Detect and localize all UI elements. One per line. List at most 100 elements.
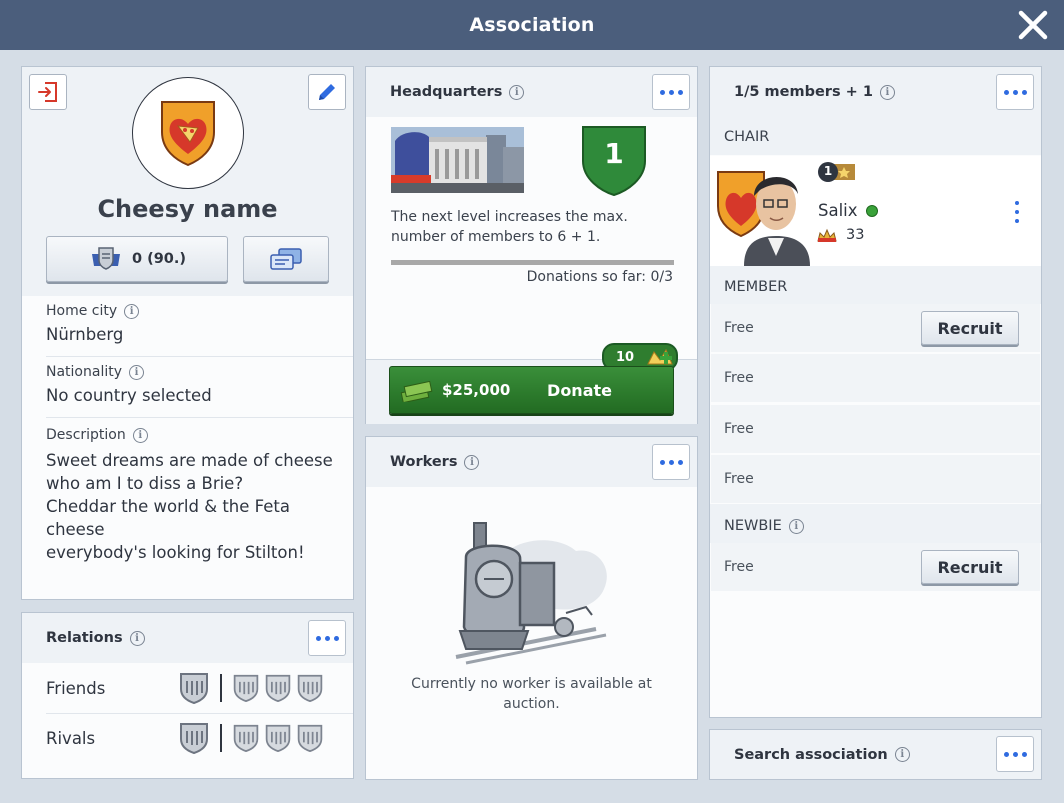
nationality-value: No country selected [46, 386, 212, 405]
slot-label: Free [724, 370, 754, 386]
members-title: 1/5 members + 1 [734, 84, 873, 100]
headquarters-header: Headquarters i [366, 67, 697, 117]
chair-section-label: CHAIR [724, 129, 770, 145]
donate-button[interactable]: $25,000 Donate [389, 366, 674, 414]
description-line: who am I to diss a Brie? [46, 474, 244, 493]
donate-price: $25,000 [442, 381, 511, 399]
divider [46, 417, 353, 418]
slot-label: Free [724, 320, 754, 336]
shield-icon [297, 674, 323, 703]
title-bar: Association [0, 0, 1064, 50]
home-city-value: Nürnberg [46, 325, 124, 344]
slot-label: Free [724, 471, 754, 487]
close-icon [1018, 10, 1048, 40]
recruit-label: Recruit [937, 318, 1003, 338]
member-slot: Free [711, 405, 1040, 453]
chair-member-card[interactable]: 1 Salix 33 [710, 156, 1041, 266]
shield-icon [180, 673, 208, 705]
nationality-label: Nationality [46, 364, 123, 380]
nationality-field: Nationality i No country selected [46, 364, 343, 405]
donate-label: Donate [547, 380, 612, 400]
search-more-button[interactable] [996, 736, 1034, 772]
relation-divider [220, 724, 222, 752]
headquarters-level-badge: 1 [581, 123, 647, 197]
relation-shields [178, 671, 324, 705]
relations-header: Relations i [22, 613, 353, 663]
leave-association-button[interactable] [29, 74, 67, 110]
bonus-amount: 10 [616, 349, 635, 365]
recruit-button[interactable]: Recruit [921, 311, 1019, 345]
relation-divider [220, 674, 222, 702]
relation-label: Friends [46, 679, 106, 698]
headquarters-panel: Headquarters i 1 The next level increases… [365, 66, 698, 424]
member-slot: Free [711, 455, 1040, 503]
info-icon[interactable]: i [464, 454, 480, 470]
empty-line: Currently no worker is available at [411, 676, 652, 692]
info-icon[interactable]: i [509, 84, 525, 100]
shield-icon [233, 674, 259, 703]
description-line: everybody's looking for Stilton! [46, 543, 305, 562]
description-field: Description i Sweet dreams are made of ch… [46, 427, 349, 564]
close-button[interactable] [1016, 8, 1050, 42]
messages-icon [270, 248, 302, 270]
more-dots-icon [1003, 89, 1009, 95]
info-icon[interactable]: i [132, 427, 148, 443]
donation-progress-bar [391, 260, 674, 265]
info-icon[interactable]: i [879, 84, 895, 100]
chair-options-button[interactable] [1011, 201, 1023, 223]
info-icon[interactable]: i [129, 364, 145, 380]
relation-row-rivals[interactable]: Rivals [22, 714, 353, 763]
info-icon[interactable]: i [788, 518, 804, 534]
messages-button[interactable] [243, 236, 329, 282]
more-dots-icon [1003, 751, 1009, 757]
headquarters-info: The next level increases the max. number… [391, 207, 681, 247]
more-dots-icon [659, 459, 665, 465]
newbie-section-label: NEWBIE i [724, 518, 804, 534]
info-icon[interactable]: i [124, 303, 140, 319]
relation-row-friends[interactable]: Friends [22, 664, 353, 713]
crest-score-icon [91, 247, 120, 270]
shield-icon [265, 724, 291, 753]
edit-profile-button[interactable] [308, 74, 346, 110]
workers-more-button[interactable] [652, 444, 690, 480]
relation-label: Rivals [46, 729, 96, 748]
online-status-dot [865, 204, 878, 217]
headquarters-more-button[interactable] [652, 74, 690, 110]
relations-title: Relations [46, 630, 123, 646]
info-icon[interactable]: i [894, 747, 910, 762]
association-name: Cheesy name [97, 195, 278, 223]
bonus-icon [647, 348, 673, 365]
score-button[interactable]: 0 (90.) [46, 236, 228, 282]
workers-panel: Workers i Currently no worker is availabl… [365, 436, 698, 780]
kebab-menu-icon [1015, 201, 1019, 205]
association-crest [132, 77, 244, 189]
chair-name-row: Salix [818, 201, 878, 220]
locomotive-icon [455, 522, 607, 665]
shield-icon [180, 723, 208, 755]
recruit-button[interactable]: Recruit [921, 550, 1019, 584]
chair-stat-row: 33 [816, 227, 864, 243]
profile-panel: Cheesy name 0 (90.) Home city i Nürnberg … [21, 66, 354, 600]
exit-icon [38, 82, 57, 102]
headquarters-image [391, 127, 524, 193]
search-association-title: Search association [734, 746, 888, 763]
train-wreck-illustration [446, 517, 618, 667]
description-label: Description [46, 427, 126, 443]
donations-so-far: Donations so far: 0/3 [526, 269, 673, 285]
info-icon[interactable]: i [129, 630, 145, 646]
chair-rank-badge: 1 [817, 161, 857, 183]
workers-header: Workers i [366, 437, 697, 487]
score-value: 0 (90.) [131, 251, 187, 267]
empty-line: auction. [503, 696, 560, 712]
relations-panel: Relations i Friends Rivals [21, 612, 354, 779]
members-more-button[interactable] [996, 74, 1034, 110]
info-line: number of members to 6 + 1. [391, 229, 601, 245]
divider [46, 356, 353, 357]
home-city-field: Home city i Nürnberg [46, 303, 343, 344]
slot-label: Free [724, 421, 754, 437]
level-number: 1 [604, 137, 624, 170]
info-line: The next level increases the max. [391, 209, 628, 225]
search-association-panel[interactable]: Search association i [709, 729, 1042, 780]
relations-more-button[interactable] [308, 620, 346, 656]
slot-label: Free [724, 559, 754, 575]
